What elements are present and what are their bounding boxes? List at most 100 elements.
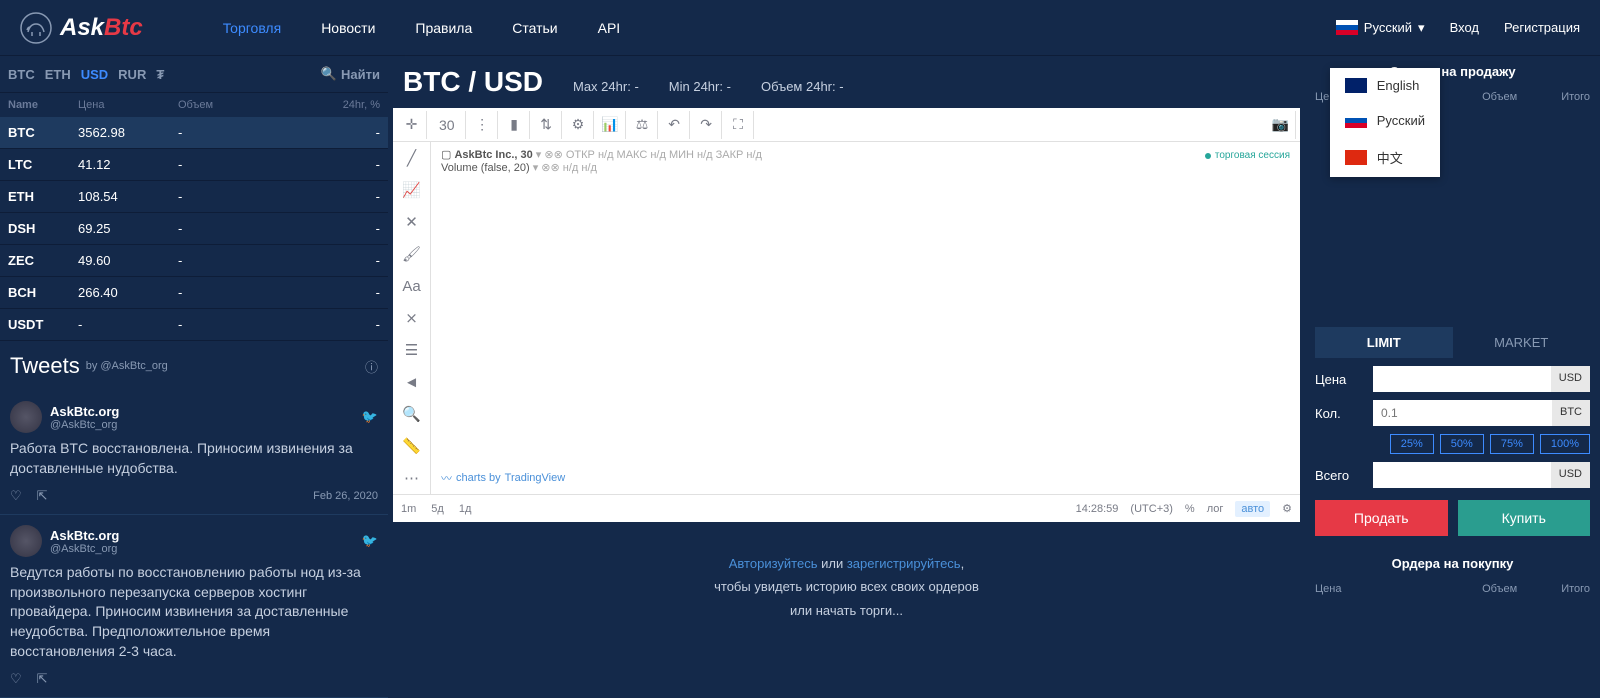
main-header: AskBtc Торговля Новости Правила Статьи A… [0, 0, 1600, 56]
tf-5d[interactable]: 5д [431, 503, 444, 515]
indicators-icon[interactable]: 📊 [596, 111, 626, 139]
camera-icon[interactable]: 📷 [1266, 111, 1296, 139]
share-icon[interactable]: ⇱ [37, 671, 48, 687]
tab-limit[interactable]: LIMIT [1315, 327, 1453, 358]
info-icon[interactable]: ⓘ [365, 357, 378, 376]
interval-selector[interactable]: 30 [429, 111, 466, 139]
search-icon: 🔍 [321, 66, 337, 82]
tf-1m[interactable]: 1m [401, 503, 416, 515]
qty-input[interactable] [1373, 400, 1552, 426]
measure-icon[interactable]: 📏 [393, 430, 430, 462]
language-label: Русский [1364, 20, 1412, 35]
nav-news[interactable]: Новости [321, 20, 375, 36]
chevron-down-icon: ▾ [1418, 20, 1425, 36]
tab-market[interactable]: MARKET [1453, 327, 1591, 358]
chart-container: ✛ 30 ⋮ ▮ ⇅ ⚙ 📊 ⚖ ↶ ↷ ⛶ 📷 ╱ 📈 ✕ 🖌 Aa [393, 108, 1300, 522]
tab-eth[interactable]: ETH [45, 67, 71, 82]
login-link[interactable]: Вход [1450, 20, 1479, 35]
buy-button[interactable]: Купить [1458, 500, 1591, 536]
tf-1d[interactable]: 1д [459, 503, 472, 515]
nav-api[interactable]: API [598, 20, 621, 36]
undo-icon[interactable]: ↶ [660, 111, 690, 139]
avatar [10, 525, 42, 557]
search-input[interactable]: 🔍 Найти [321, 66, 380, 82]
pair-title: BTC / USD [403, 66, 543, 98]
brush-icon[interactable]: 🖌 [393, 238, 430, 270]
pattern-icon[interactable]: ⨯ [393, 302, 430, 334]
tweet-item[interactable]: AskBtc.org@AskBtc_org🐦Ведутся работы по … [0, 515, 388, 698]
lang-option-en[interactable]: English [1330, 68, 1440, 103]
line-tool-icon[interactable]: ╱ [393, 142, 430, 174]
twitter-icon: 🐦 [362, 533, 378, 549]
like-icon[interactable]: ♡ [10, 671, 22, 687]
auth-prompt: Авторизуйтесь или зарегистрируйтесь, что… [388, 522, 1305, 652]
ruler-icon[interactable]: ☰ [393, 334, 430, 366]
pitchfork-icon[interactable]: ✕ [393, 206, 430, 238]
price-row-eth[interactable]: ETH108.54-- [0, 181, 388, 213]
tab-usd[interactable]: USD [81, 67, 108, 82]
text-tool-icon[interactable]: Aa [393, 270, 430, 302]
register-link[interactable]: Регистрация [1504, 20, 1580, 35]
chart-time: 14:28:59 [1076, 503, 1119, 515]
tab-usdt[interactable]: ₮ [156, 67, 164, 82]
auto-badge[interactable]: авто [1235, 501, 1270, 517]
lang-option-cn[interactable]: 中文 [1330, 138, 1440, 177]
chart-toolbar: ✛ 30 ⋮ ▮ ⇅ ⚙ 📊 ⚖ ↶ ↷ ⛶ 📷 [393, 108, 1300, 142]
sell-button[interactable]: Продать [1315, 500, 1448, 536]
redo-icon[interactable]: ↷ [692, 111, 722, 139]
tab-btc[interactable]: BTC [8, 67, 35, 82]
price-row-zec[interactable]: ZEC49.60-- [0, 245, 388, 277]
left-panel: BTC ETH USD RUR ₮ 🔍 Найти Name Цена Объе… [0, 56, 388, 650]
tab-rur[interactable]: RUR [118, 67, 146, 82]
balance-icon[interactable]: ⚖ [628, 111, 658, 139]
pct-25[interactable]: 25% [1390, 434, 1434, 454]
back-icon[interactable]: ◄ [393, 366, 430, 398]
price-row-bch[interactable]: BCH266.40-- [0, 277, 388, 309]
qty-label: Кол. [1315, 406, 1365, 421]
mammoth-icon [20, 12, 52, 44]
logo[interactable]: AskBtc [20, 12, 143, 44]
price-row-dsh[interactable]: DSH69.25-- [0, 213, 388, 245]
logo-text-btc: Btc [104, 14, 143, 42]
fullscreen-icon[interactable]: ⛶ [724, 111, 754, 139]
pct-100[interactable]: 100% [1540, 434, 1590, 454]
language-dropdown: English Русский 中文 [1330, 68, 1440, 177]
total-input[interactable] [1373, 462, 1551, 488]
chart-canvas[interactable]: ▢ AskBtc Inc., 30 ▾ ⊗⊗ ОТКР н/д МАКС н/д… [431, 142, 1300, 494]
login-link-center[interactable]: Авторизуйтесь [729, 556, 818, 571]
buy-orders-cols: ЦенаОбъемИтого [1315, 579, 1590, 599]
settings-icon[interactable]: ⚙ [1282, 502, 1292, 515]
pair-header: BTC / USD Max 24hr: - Min 24hr: - Объем … [388, 56, 1305, 108]
flag-ru-icon [1345, 113, 1367, 128]
share-icon[interactable]: ⇱ [37, 488, 48, 504]
center-panel: BTC / USD Max 24hr: - Min 24hr: - Объем … [388, 56, 1305, 650]
language-selector[interactable]: Русский ▾ [1336, 20, 1425, 36]
tradingview-link[interactable]: TradingView [505, 472, 566, 484]
session-badge: торговая сессия [1205, 150, 1290, 161]
zoom-icon[interactable]: 🔍 [393, 398, 430, 430]
price-row-btc[interactable]: BTC3562.98-- [0, 117, 388, 149]
nav-trading[interactable]: Торговля [223, 20, 281, 36]
price-input[interactable] [1373, 366, 1551, 392]
tweet-item[interactable]: AskBtc.org@AskBtc_org🐦Работа BTC восстан… [0, 391, 388, 515]
avatar [10, 401, 42, 433]
pct-75[interactable]: 75% [1490, 434, 1534, 454]
candle-icon[interactable]: ▮ [500, 111, 530, 139]
pct-buttons: 25% 50% 75% 100% [1315, 434, 1590, 454]
gear-icon[interactable]: ⚙ [564, 111, 594, 139]
crosshair-icon[interactable]: ✛ [397, 111, 427, 139]
menu-icon[interactable]: ⋮ [468, 111, 498, 139]
register-link-center[interactable]: зарегистрируйтесь [847, 556, 961, 571]
nav-rules[interactable]: Правила [415, 20, 472, 36]
price-row-usdt[interactable]: USDT--- [0, 309, 388, 341]
price-row-ltc[interactable]: LTC41.12-- [0, 149, 388, 181]
more-icon[interactable]: ⋯ [393, 462, 430, 494]
nav-articles[interactable]: Статьи [512, 20, 557, 36]
like-icon[interactable]: ♡ [10, 488, 22, 504]
lang-option-ru[interactable]: Русский [1330, 103, 1440, 138]
collapse-icon[interactable]: ▢ [441, 149, 451, 161]
price-table-header: Name Цена Объем 24hr, % [0, 93, 388, 117]
compare-icon[interactable]: ⇅ [532, 111, 562, 139]
trend-tool-icon[interactable]: 📈 [393, 174, 430, 206]
pct-50[interactable]: 50% [1440, 434, 1484, 454]
